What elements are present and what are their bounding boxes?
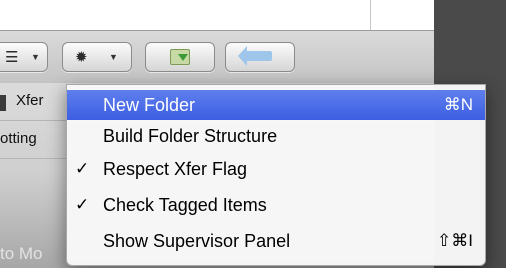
row-divider (0, 158, 70, 159)
folder-download-icon (170, 49, 190, 65)
checkmark-icon: ✓ (75, 159, 90, 178)
menu-item-build-folder-structure[interactable]: Build Folder Structure (67, 121, 485, 151)
top-content-pane (0, 0, 434, 31)
context-menu: New Folder ⌘N Build Folder Structure ✓ R… (66, 84, 486, 266)
action-menu-button[interactable]: ✹ ▼ (62, 42, 132, 72)
menu-item-label: Check Tagged Items (103, 195, 267, 215)
row-divider (0, 120, 70, 121)
view-options-button[interactable]: ☰ ▼ (0, 42, 48, 72)
back-button[interactable] (225, 42, 295, 72)
list-view-icon: ☰ (5, 49, 19, 66)
menu-item-shortcut: ⌘N (443, 95, 473, 114)
menu-item-new-folder[interactable]: New Folder ⌘N (67, 90, 485, 120)
list-item-label: Xfer (16, 92, 44, 109)
menu-item-respect-xfer-flag[interactable]: ✓ Respect Xfer Flag (67, 154, 485, 184)
menu-item-label: Show Supervisor Panel (103, 231, 291, 251)
menu-item-check-tagged-items[interactable]: ✓ Check Tagged Items (67, 190, 485, 220)
back-arrow-icon (238, 46, 272, 66)
chevron-down-icon: ▼ (109, 52, 118, 62)
gear-icon: ✹ (75, 49, 88, 66)
menu-item-shortcut: ⇧⌘I (437, 231, 473, 250)
download-folder-button[interactable] (145, 42, 215, 72)
pane-splitter[interactable] (370, 0, 371, 30)
menu-item-label: New Folder (103, 95, 196, 115)
list-item-label: otting (0, 130, 37, 147)
status-text: to Mo (0, 244, 43, 263)
checkmark-icon: ✓ (75, 195, 90, 214)
menu-item-label: Respect Xfer Flag (103, 159, 248, 179)
menu-item-label: Build Folder Structure (103, 126, 278, 146)
menu-item-show-supervisor-panel[interactable]: Show Supervisor Panel ⇧⌘I (67, 226, 485, 256)
chevron-down-icon: ▼ (31, 52, 40, 62)
list-item-marker (0, 95, 6, 111)
